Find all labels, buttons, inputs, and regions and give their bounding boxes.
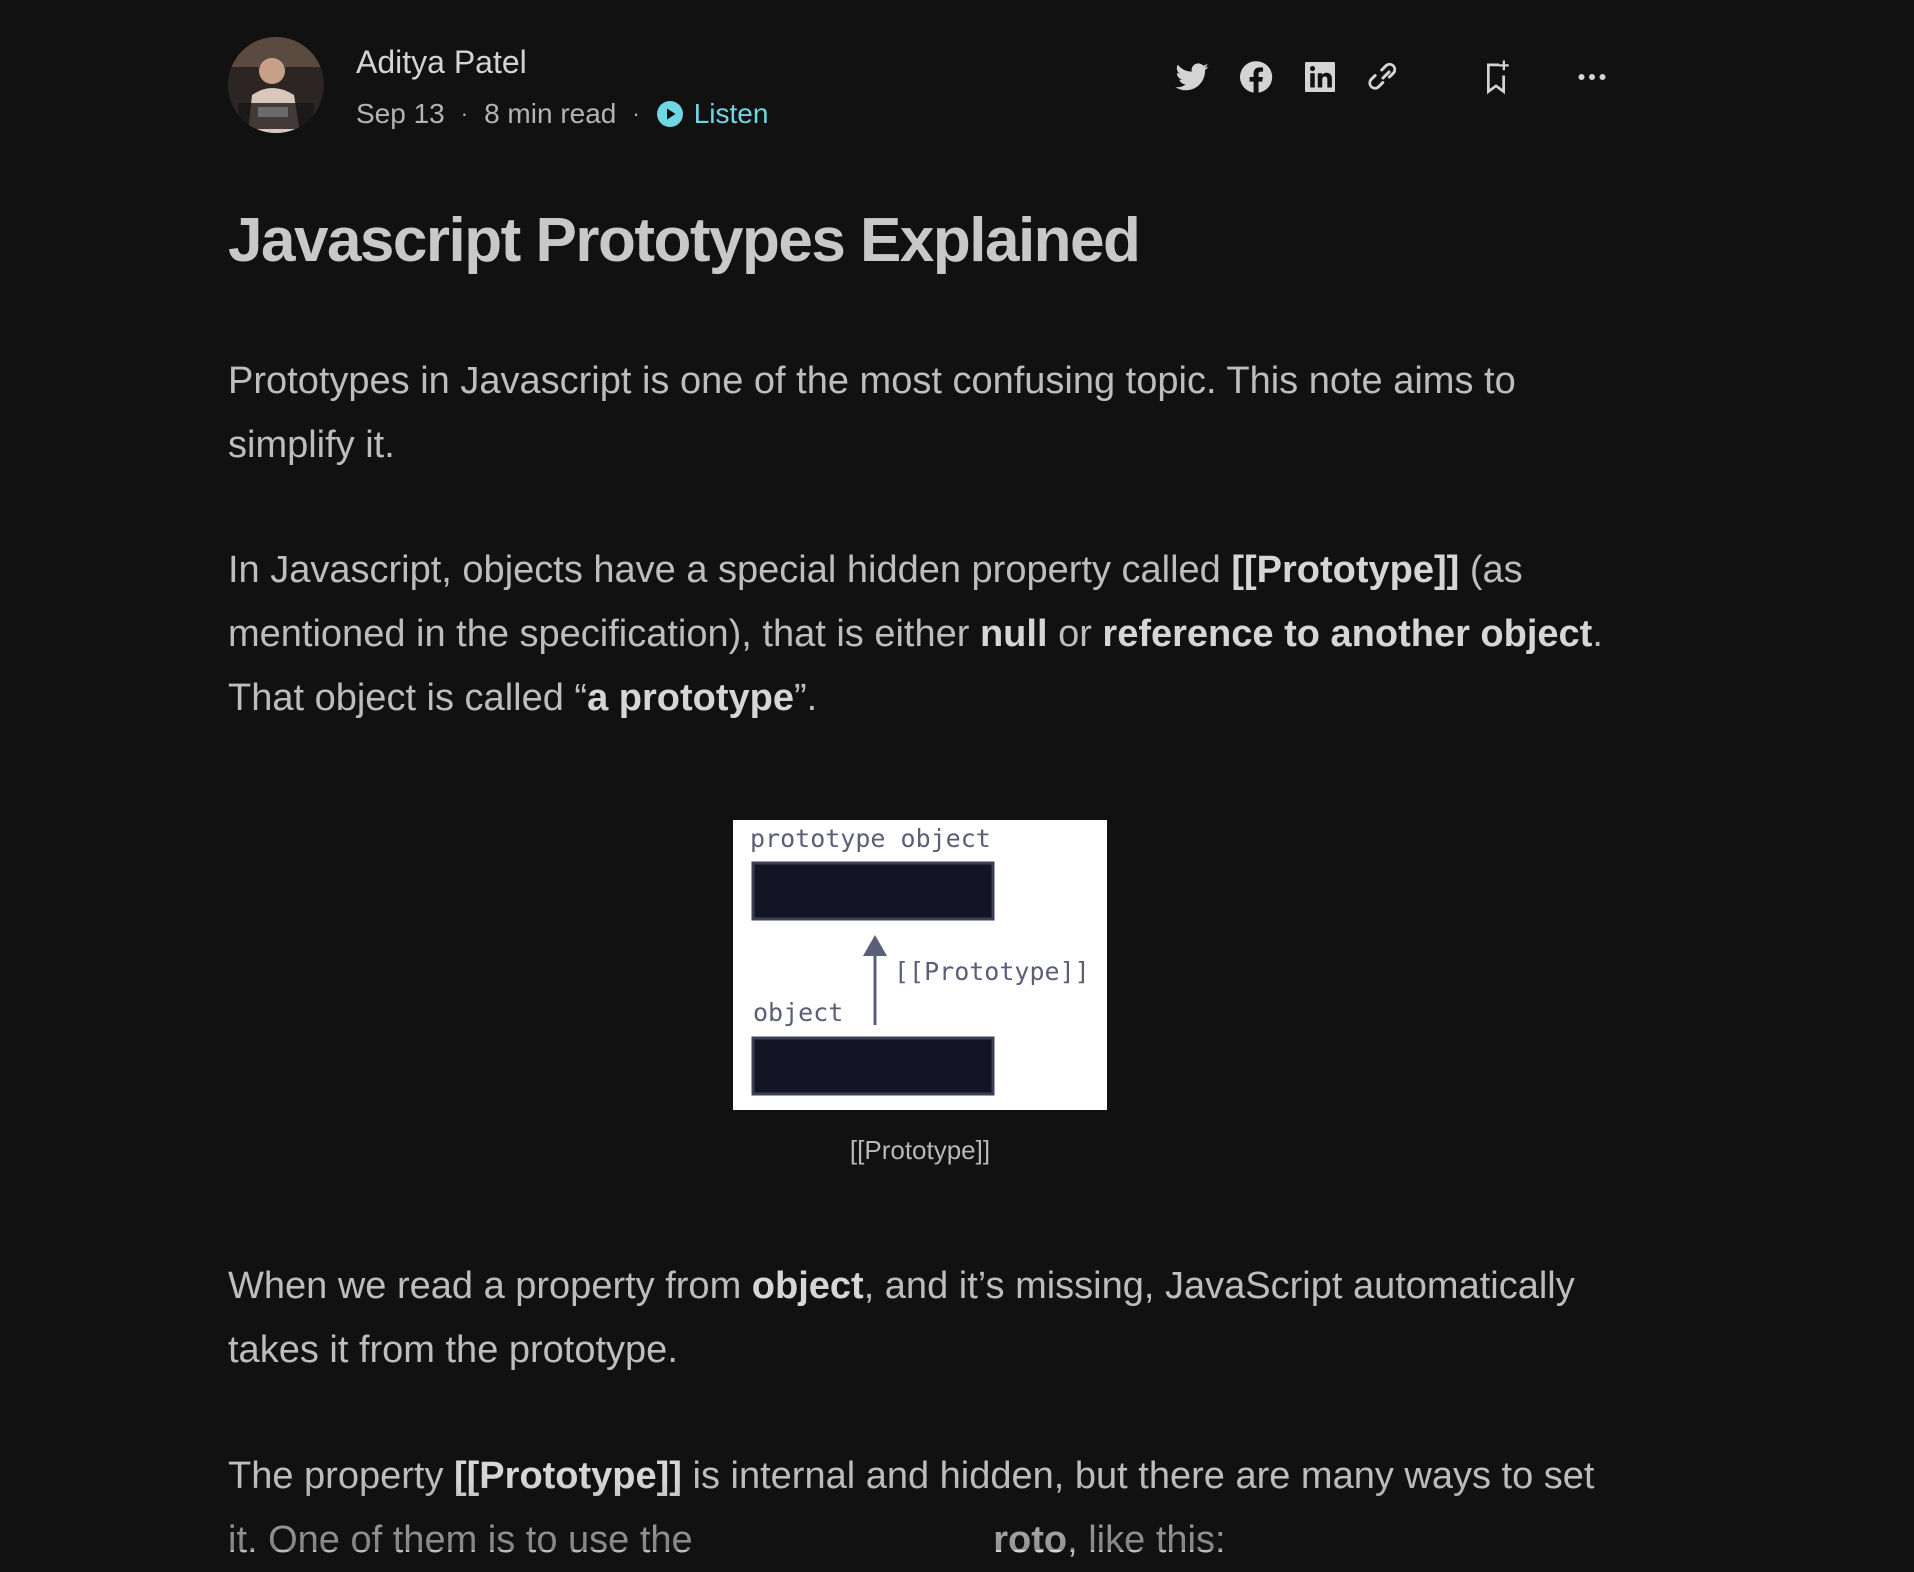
paragraph-set-prototype: The property [[Prototype]] is internal a…: [228, 1444, 1618, 1572]
bold-text: [[Prototype]]: [1231, 549, 1460, 591]
article-meta: Sep 13 · 8 min read · Listen: [356, 98, 768, 130]
avatar-photo: [228, 37, 324, 133]
paragraph-text: In Javascript, objects have a special hi…: [228, 549, 1232, 591]
prototype-object-box: [751, 861, 995, 921]
arrow-head: [863, 935, 887, 956]
meta-separator: ·: [632, 101, 640, 126]
figure-caption: [[Prototype]]: [849, 1135, 991, 1165]
bold-text: null: [979, 613, 1048, 655]
diagram-label-prototype-object: prototype object: [750, 824, 991, 853]
author-name[interactable]: Aditya Patel: [356, 44, 527, 81]
article-title: Javascript Prototypes Explained: [228, 206, 1141, 275]
facebook-icon[interactable]: [1236, 57, 1276, 97]
linkedin-icon[interactable]: [1300, 57, 1340, 97]
paragraph-lookup: When we read a property from object, and…: [228, 1254, 1618, 1382]
paragraph-text: ”.: [793, 677, 818, 719]
play-icon: [656, 101, 683, 127]
listen-button[interactable]: Listen: [656, 98, 769, 130]
paragraph-intro: Prototypes in Javascript is one of the m…: [228, 360, 1516, 466]
bookmark-add-icon[interactable]: [1476, 57, 1516, 97]
paragraph-text: or: [1047, 613, 1103, 655]
more-icon[interactable]: [1572, 57, 1612, 97]
prototype-diagram[interactable]: prototype object [[Prototype]] object: [733, 820, 1107, 1110]
bold-text: [[Prototype]]: [454, 1455, 682, 1497]
paragraph-text: When we read a property from: [228, 1265, 752, 1307]
meta-separator: ·: [460, 101, 469, 126]
diagram-label-prototype-link: [[Prototype]]: [894, 957, 1090, 986]
link-icon[interactable]: [1364, 57, 1404, 97]
paragraph-prototype-definition: In Javascript, objects have a special hi…: [228, 538, 1618, 730]
read-time: 8 min read: [484, 98, 617, 129]
author-avatar[interactable]: [228, 37, 324, 133]
paragraph-text: The property: [228, 1455, 454, 1497]
paragraph-text: , like this:: [1067, 1519, 1226, 1561]
listen-label: Listen: [693, 98, 769, 129]
bold-text: a prototype: [587, 677, 794, 719]
object-box: [751, 1036, 995, 1096]
diagram-label-object: object: [753, 998, 843, 1027]
publish-date: Sep 13: [356, 98, 445, 129]
bold-text: object: [751, 1265, 864, 1307]
twitter-icon[interactable]: [1172, 57, 1212, 97]
code-text: roto: [993, 1519, 1068, 1561]
bold-text: reference to another object: [1102, 613, 1593, 655]
